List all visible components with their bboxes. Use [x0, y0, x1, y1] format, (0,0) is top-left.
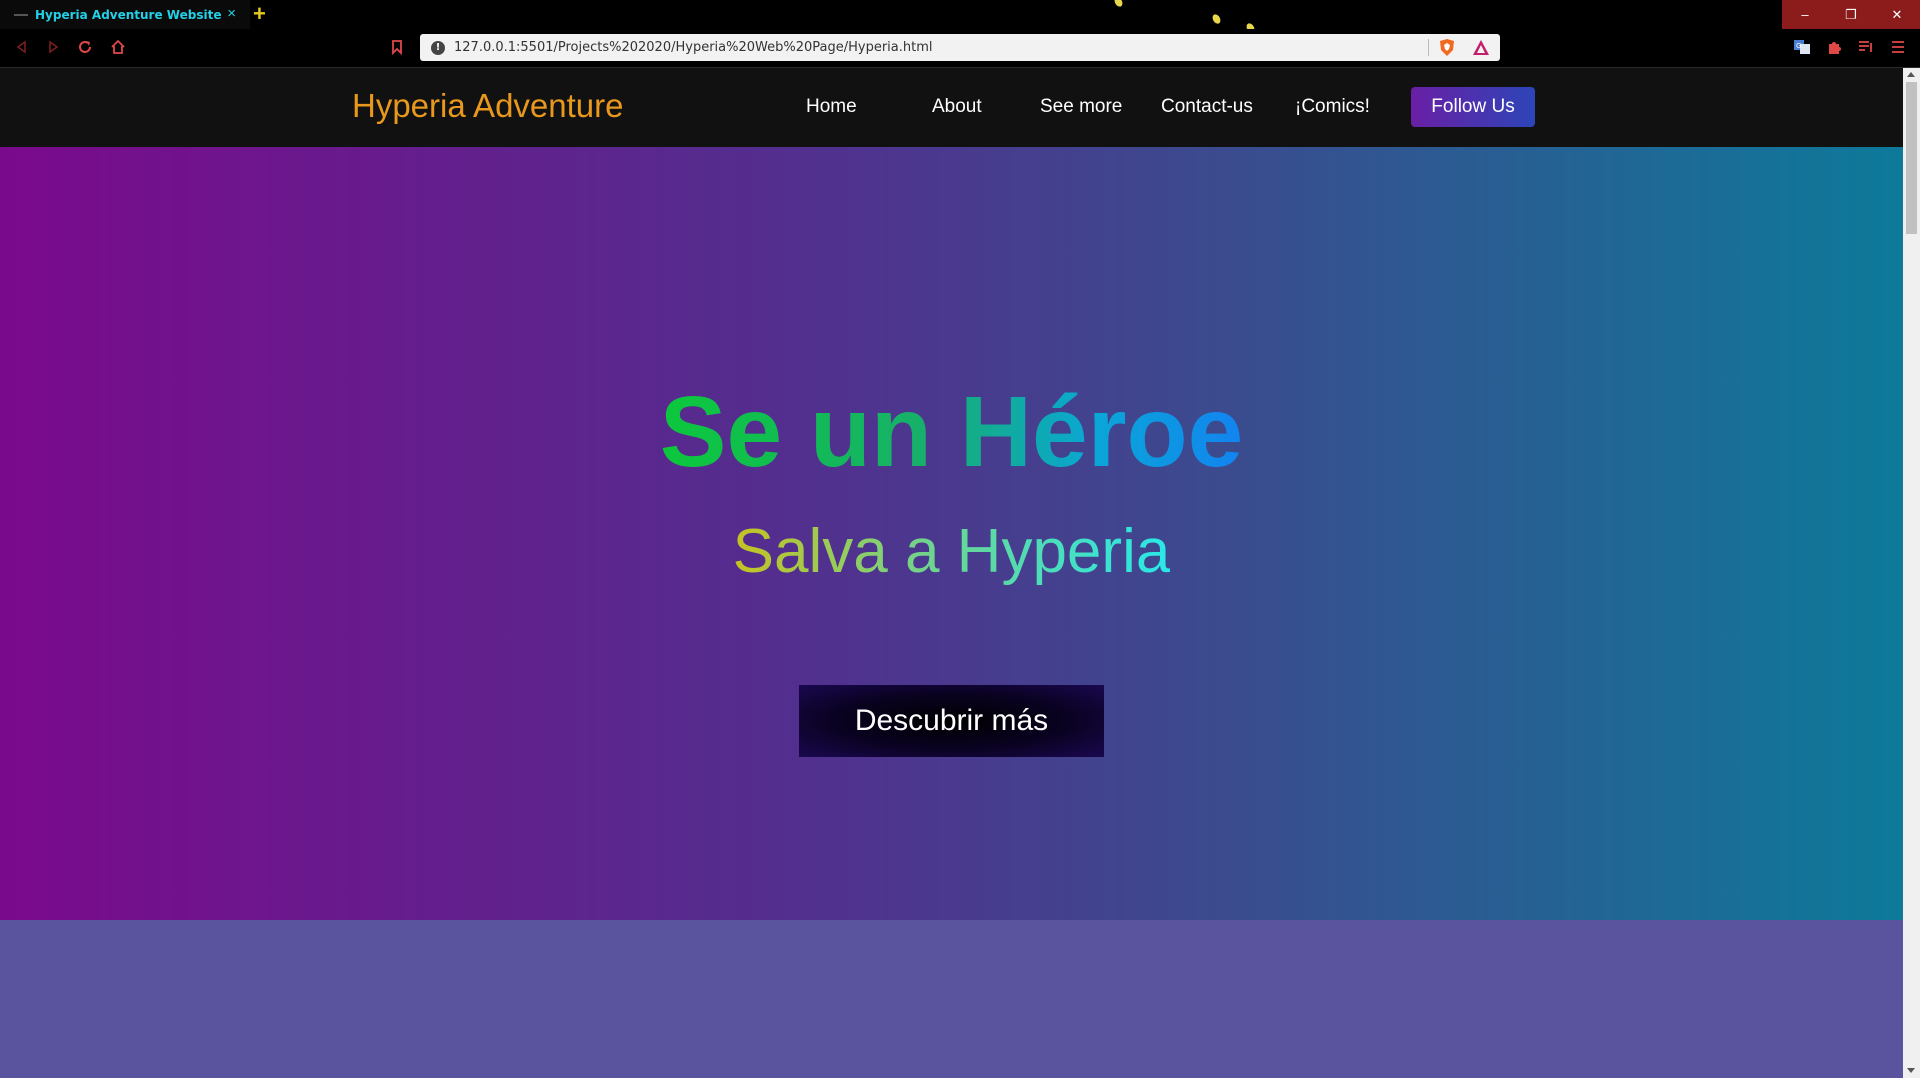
scrollbar-thumb[interactable] — [1906, 82, 1917, 234]
tab-title: Hyperia Adventure Website — [35, 7, 222, 22]
window-minimize-button[interactable]: – — [1782, 0, 1828, 29]
menu-icon[interactable] — [1888, 37, 1908, 57]
home-icon[interactable] — [108, 37, 128, 57]
site-info-icon[interactable]: ! — [431, 40, 445, 55]
brave-shield-icon[interactable] — [1438, 38, 1456, 62]
confetti-decoration — [1112, 0, 1125, 9]
browser-tab[interactable]: Hyperia Adventure Website × — [0, 0, 250, 29]
svg-text:G: G — [1796, 42, 1801, 50]
site-brand[interactable]: Hyperia Adventure — [352, 86, 624, 126]
translate-icon[interactable]: G — [1792, 37, 1812, 57]
address-bar[interactable]: ! 127.0.0.1:5501/Projects%202020/Hyperia… — [420, 34, 1500, 61]
reload-icon[interactable] — [75, 37, 95, 57]
brave-rewards-icon[interactable] — [1472, 39, 1490, 61]
browser-toolbar: ! 127.0.0.1:5501/Projects%202020/Hyperia… — [0, 29, 1920, 68]
follow-us-button[interactable]: Follow Us — [1411, 87, 1535, 127]
nav-link-see-more[interactable]: See more — [1040, 95, 1122, 119]
url-separator — [1428, 39, 1429, 56]
bookmark-icon[interactable] — [387, 37, 407, 57]
page-viewport: Hyperia Adventure Home About See more Co… — [0, 68, 1903, 1078]
tab-close-icon[interactable]: × — [227, 5, 236, 23]
forward-icon[interactable] — [43, 37, 63, 57]
confetti-decoration — [1210, 12, 1223, 26]
playlist-icon[interactable] — [1856, 37, 1876, 57]
hero-title: Se un Héroe — [659, 376, 1244, 488]
discover-more-button[interactable]: Descubrir más — [799, 685, 1104, 757]
nav-link-home[interactable]: Home — [806, 95, 857, 119]
hero-subtitle: Salva a Hyperia — [732, 517, 1171, 586]
new-tab-button[interactable]: + — [253, 2, 266, 26]
scroll-up-icon[interactable] — [1907, 72, 1915, 77]
back-icon[interactable] — [12, 37, 32, 57]
extensions-icon[interactable] — [1824, 37, 1844, 57]
site-header: Hyperia Adventure Home About See more Co… — [0, 68, 1903, 147]
scroll-down-icon[interactable] — [1907, 1068, 1915, 1073]
nav-link-comics[interactable]: ¡Comics! — [1295, 95, 1370, 119]
browser-tab-bar: Hyperia Adventure Website × + – ❐ ✕ — [0, 0, 1920, 35]
favicon-icon — [14, 13, 28, 16]
page-scrollbar[interactable] — [1903, 68, 1920, 1078]
hero-section: Se un Héroe Salva a Hyperia Descubrir má… — [0, 147, 1903, 920]
window-restore-button[interactable]: ❐ — [1828, 0, 1874, 29]
nav-link-about[interactable]: About — [932, 95, 982, 119]
url-text[interactable]: 127.0.0.1:5501/Projects%202020/Hyperia%2… — [454, 40, 933, 55]
nav-link-contact[interactable]: Contact-us — [1161, 95, 1253, 119]
window-close-button[interactable]: ✕ — [1874, 0, 1920, 29]
